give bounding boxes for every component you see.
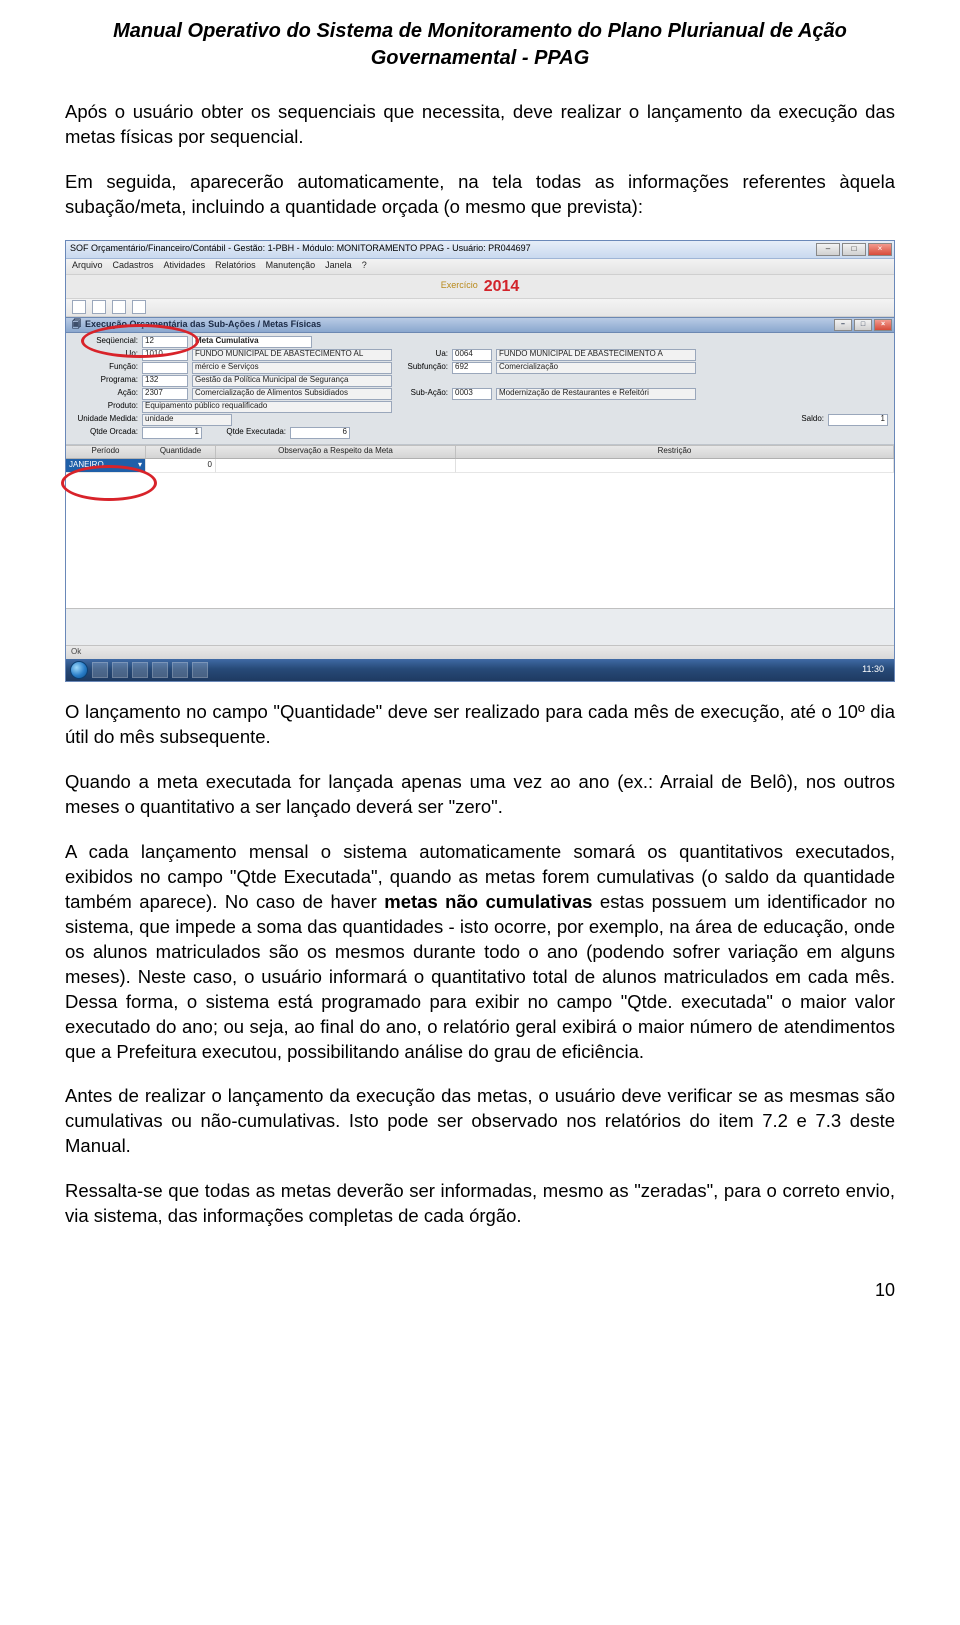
programa-value[interactable]: 132 <box>142 375 188 387</box>
saldo-label: Saldo: <box>784 415 824 424</box>
programa-label: Programa: <box>72 376 138 385</box>
uo-desc: FUNDO MUNICIPAL DE ABASTECIMENTO AL <box>192 349 392 361</box>
unidade-label: Unidade Medida: <box>72 415 138 424</box>
funcao-desc: mércio e Serviços <box>192 362 392 374</box>
subacao-value[interactable]: 0003 <box>452 388 492 400</box>
header-line2: Governamental - PPAG <box>371 47 590 69</box>
status-ok: Ok <box>71 648 81 657</box>
sequencial-input[interactable]: 12 <box>142 336 188 348</box>
menu-janela[interactable]: Janela <box>325 261 352 271</box>
content-body: Após o usuário obter os sequenciais que … <box>0 80 960 1274</box>
paragraph-1: Após o usuário obter os sequenciais que … <box>65 100 895 150</box>
exercicio-label: Exercício <box>441 281 478 291</box>
qtde-exec-value: 6 <box>290 427 350 439</box>
bold-metas-nao-cumulativas: metas não cumulativas <box>384 891 592 912</box>
section-header: 🗐 Execução Orçamentária das Sub-Ações / … <box>66 317 894 333</box>
section-title: Execução Orçamentária das Sub-Ações / Me… <box>85 320 321 330</box>
paragraph-2: Em seguida, aparecerão automaticamente, … <box>65 170 895 220</box>
table-row[interactable]: JANEIRO ▾ 0 <box>66 459 894 473</box>
close-button[interactable]: × <box>868 243 892 256</box>
toolbar <box>66 299 894 317</box>
cell-restricao[interactable] <box>456 459 894 473</box>
section-close-btn[interactable]: × <box>874 319 892 331</box>
paragraph-4: Quando a meta executada for lançada apen… <box>65 770 895 820</box>
unidade-desc: unidade <box>142 414 232 426</box>
paragraph-7: Ressalta-se que todas as metas deverão s… <box>65 1179 895 1229</box>
toolbar-btn-4[interactable] <box>132 300 146 314</box>
taskbar-icon[interactable] <box>192 662 208 678</box>
menu-manutencao[interactable]: Manutenção <box>266 261 316 271</box>
funcao-label: Função: <box>72 363 138 372</box>
toolbar-btn-3[interactable] <box>112 300 126 314</box>
subacao-label: Sub-Ação: <box>396 389 448 398</box>
produto-desc: Equipamento público requalificado <box>142 401 392 413</box>
cell-observacao[interactable] <box>216 459 456 473</box>
uo-value[interactable]: 1010 <box>142 349 188 361</box>
menubar: Arquivo Cadastros Atividades Relatórios … <box>66 259 894 275</box>
grid-body[interactable]: JANEIRO ▾ 0 <box>66 459 894 609</box>
programa-desc: Gestão da Política Municipal de Seguranç… <box>192 375 392 387</box>
subfuncao-desc: Comercialização <box>496 362 696 374</box>
app-window: SOF Orçamentário/Financeiro/Contábil - G… <box>65 240 895 682</box>
taskbar: 11:30 <box>66 659 894 681</box>
acao-value[interactable]: 2307 <box>142 388 188 400</box>
page-header: Manual Operativo do Sistema de Monitoram… <box>0 0 960 80</box>
form-area: Seqüencial: 12 Meta Cumulativa Uo: 1010 … <box>66 333 894 445</box>
taskbar-icon[interactable] <box>112 662 128 678</box>
clock: 11:30 <box>862 665 890 675</box>
acao-label: Ação: <box>72 389 138 398</box>
qtde-orcada-label: Qtde Orcada: <box>72 428 138 437</box>
exercicio-year: 2014 <box>484 278 520 296</box>
menu-help[interactable]: ? <box>362 261 367 271</box>
titlebar: SOF Orçamentário/Financeiro/Contábil - G… <box>66 241 894 259</box>
taskbar-icon[interactable] <box>132 662 148 678</box>
menu-arquivo[interactable]: Arquivo <box>72 261 103 271</box>
paragraph-3: O lançamento no campo "Quantidade" deve … <box>65 700 895 750</box>
minimize-button[interactable]: – <box>816 243 840 256</box>
ua-desc: FUNDO MUNICIPAL DE ABASTECIMENTO A <box>496 349 696 361</box>
statusbar: Ok <box>66 645 894 659</box>
grid-header: Período Quantidade Observação a Respeito… <box>66 445 894 459</box>
cell-periodo[interactable]: JANEIRO ▾ <box>66 459 146 473</box>
subacao-desc: Modernização de Restaurantes e Refeitóri <box>496 388 696 400</box>
window-title: SOF Orçamentário/Financeiro/Contábil - G… <box>70 244 531 254</box>
start-orb-icon[interactable] <box>70 661 88 679</box>
taskbar-icon[interactable] <box>92 662 108 678</box>
taskbar-icon[interactable] <box>172 662 188 678</box>
toolbar-btn-1[interactable] <box>72 300 86 314</box>
toolbar-btn-2[interactable] <box>92 300 106 314</box>
grid-col-periodo[interactable]: Período <box>66 446 146 458</box>
menu-cadastros[interactable]: Cadastros <box>113 261 154 271</box>
qtde-orcada-value: 1 <box>142 427 202 439</box>
grid-col-restricao[interactable]: Restrição <box>456 446 894 458</box>
menu-atividades[interactable]: Atividades <box>164 261 206 271</box>
ua-value[interactable]: 0064 <box>452 349 492 361</box>
produto-label: Produto: <box>72 402 138 411</box>
uo-label: Uo: <box>72 350 138 359</box>
paragraph-5: A cada lançamento mensal o sistema autom… <box>65 840 895 1065</box>
paragraph-6: Antes de realizar o lançamento da execuç… <box>65 1084 895 1159</box>
funcao-value[interactable] <box>142 362 188 374</box>
embedded-screenshot: SOF Orçamentário/Financeiro/Contábil - G… <box>65 240 895 682</box>
exercicio-row: Exercício 2014 <box>66 275 894 299</box>
saldo-value: 1 <box>828 414 888 426</box>
ua-label: Ua: <box>396 350 448 359</box>
qtde-exec-label: Qtde Executada: <box>206 428 286 437</box>
subfuncao-label: Subfunção: <box>396 363 448 372</box>
section-max-btn[interactable]: □ <box>854 319 872 331</box>
taskbar-icon[interactable] <box>152 662 168 678</box>
section-min-btn[interactable]: – <box>834 319 852 331</box>
header-line1: Manual Operativo do Sistema de Monitoram… <box>113 20 847 42</box>
sequencial-label: Seqüencial: <box>72 337 138 346</box>
acao-desc: Comercialização de Alimentos Subsidiados <box>192 388 392 400</box>
cell-quantidade[interactable]: 0 <box>146 459 216 473</box>
maximize-button[interactable]: □ <box>842 243 866 256</box>
subfuncao-value[interactable]: 692 <box>452 362 492 374</box>
menu-relatorios[interactable]: Relatórios <box>215 261 256 271</box>
page-number: 10 <box>0 1274 960 1320</box>
grid-col-quantidade[interactable]: Quantidade <box>146 446 216 458</box>
grid-col-observacao[interactable]: Observação a Respeito da Meta <box>216 446 456 458</box>
meta-cumulativa-box: Meta Cumulativa <box>192 336 312 348</box>
